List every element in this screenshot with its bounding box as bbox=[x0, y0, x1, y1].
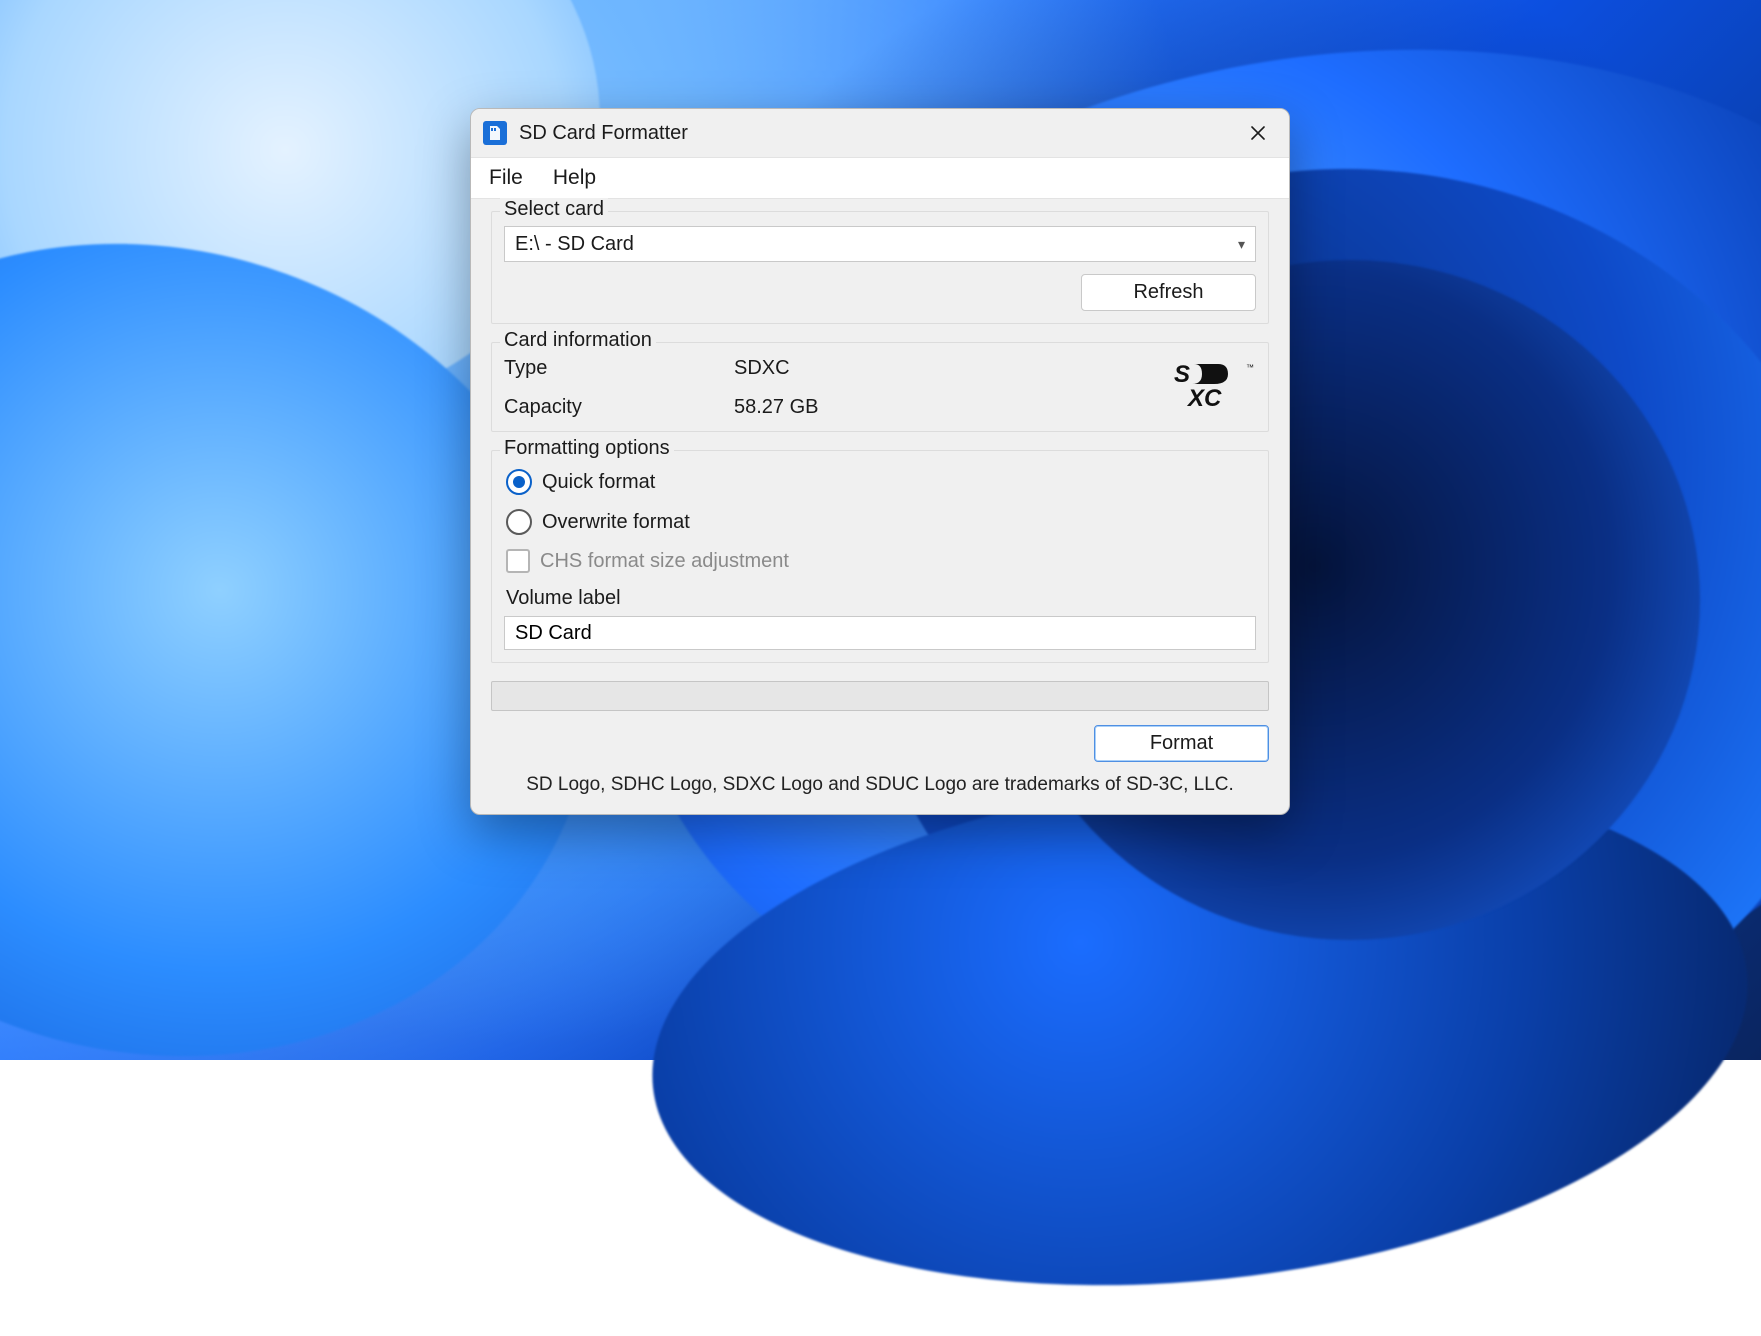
titlebar[interactable]: SD Card Formatter bbox=[471, 109, 1289, 157]
capacity-value: 58.27 GB bbox=[734, 396, 1166, 419]
menu-file[interactable]: File bbox=[483, 164, 529, 192]
card-drive-value: E:\ - SD Card bbox=[515, 233, 1238, 256]
chs-format-label: CHS format size adjustment bbox=[540, 550, 789, 573]
card-information-group: Card information Type SDXC S ™ XC Capaci… bbox=[491, 342, 1269, 432]
type-value: SDXC bbox=[734, 357, 1166, 380]
svg-text:™: ™ bbox=[1246, 363, 1254, 372]
menubar: File Help bbox=[471, 157, 1289, 199]
checkbox-unchecked-icon bbox=[506, 549, 530, 573]
menu-help[interactable]: Help bbox=[547, 164, 602, 192]
refresh-button[interactable]: Refresh bbox=[1081, 274, 1256, 311]
quick-format-radio[interactable]: Quick format bbox=[506, 469, 1256, 495]
format-button[interactable]: Format bbox=[1094, 725, 1269, 762]
select-card-group: Select card E:\ - SD Card ▾ Refresh bbox=[491, 211, 1269, 324]
formatting-options-legend: Formatting options bbox=[500, 437, 674, 460]
app-icon bbox=[483, 121, 507, 145]
overwrite-format-label: Overwrite format bbox=[542, 511, 690, 534]
radio-unselected-icon bbox=[506, 509, 532, 535]
chs-format-checkbox[interactable]: CHS format size adjustment bbox=[506, 549, 1256, 573]
svg-text:S: S bbox=[1174, 361, 1190, 388]
close-button[interactable] bbox=[1235, 113, 1281, 153]
progress-bar bbox=[491, 681, 1269, 711]
select-card-legend: Select card bbox=[500, 198, 608, 221]
card-information-legend: Card information bbox=[500, 329, 656, 352]
window-title: SD Card Formatter bbox=[519, 122, 688, 145]
close-icon bbox=[1250, 125, 1266, 141]
sd-card-formatter-window: SD Card Formatter File Help Select card … bbox=[470, 108, 1290, 815]
quick-format-label: Quick format bbox=[542, 471, 655, 494]
capacity-label: Capacity bbox=[504, 396, 734, 419]
chevron-down-icon: ▾ bbox=[1238, 236, 1245, 253]
volume-label-input[interactable] bbox=[504, 616, 1256, 650]
svg-text:XC: XC bbox=[1186, 385, 1222, 410]
card-drive-select[interactable]: E:\ - SD Card ▾ bbox=[504, 226, 1256, 262]
trademark-footer: SD Logo, SDHC Logo, SDXC Logo and SDUC L… bbox=[491, 768, 1269, 806]
formatting-options-group: Formatting options Quick format Overwrit… bbox=[491, 450, 1269, 663]
overwrite-format-radio[interactable]: Overwrite format bbox=[506, 509, 1256, 535]
radio-selected-icon bbox=[506, 469, 532, 495]
type-label: Type bbox=[504, 357, 734, 380]
sdxc-logo-icon: S ™ XC bbox=[1174, 360, 1256, 416]
volume-label-caption: Volume label bbox=[506, 587, 1256, 610]
